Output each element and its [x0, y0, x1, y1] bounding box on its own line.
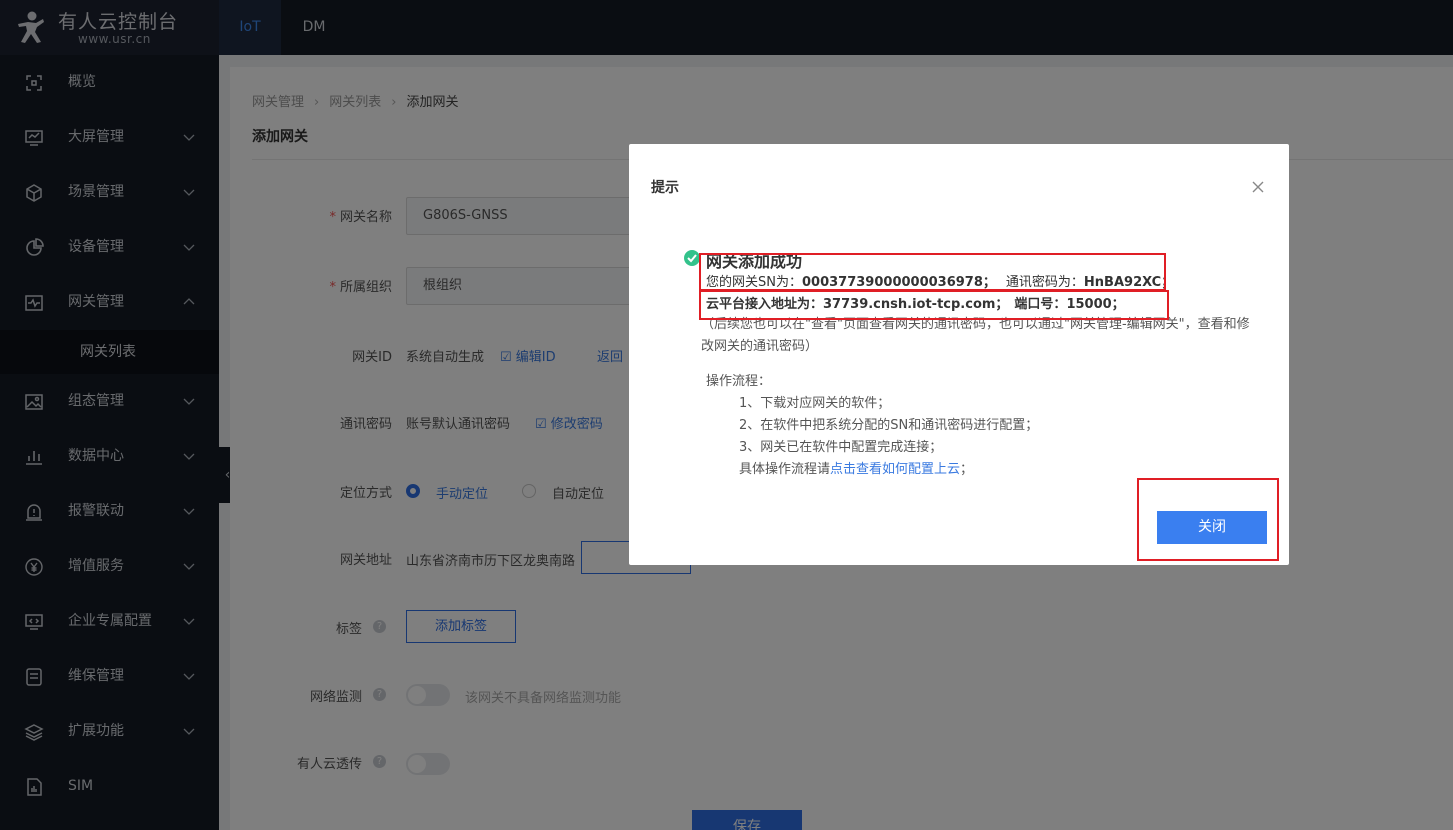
note-text: （后续您也可以在"查看"页面查看网关的通讯密码，也可以通过"网关管理-编辑网关"…: [701, 317, 1250, 354]
dialog-title: 提示: [651, 180, 679, 196]
steps-title: 操作流程：: [706, 374, 772, 389]
close-icon[interactable]: [1249, 178, 1267, 196]
step-2: 2、在软件中把系统分配的SN和通讯密码进行配置；: [739, 418, 1039, 433]
highlight-box: [699, 253, 1166, 291]
config-guide-link[interactable]: 点击查看如何配置上云: [830, 462, 960, 477]
highlight-box: [699, 290, 1169, 320]
success-dialog: 提示 网关添加成功 您的网关SN为：00037739000000036978；通…: [629, 144, 1289, 565]
close-button[interactable]: 关闭: [1157, 511, 1267, 544]
step-1: 1、下载对应网关的软件；: [739, 396, 891, 411]
step-4: 具体操作流程请点击查看如何配置上云；: [739, 462, 974, 477]
step-3: 3、网关已在软件中配置完成连接；: [739, 440, 943, 455]
success-check-icon: [684, 250, 700, 266]
